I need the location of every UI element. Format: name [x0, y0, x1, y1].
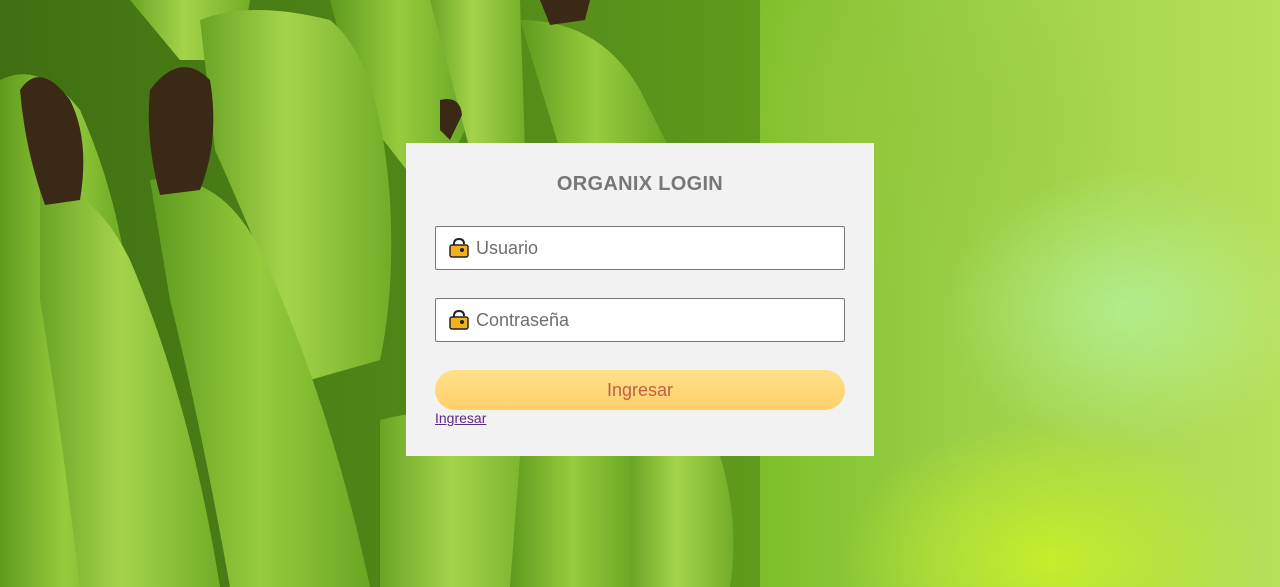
lock-icon	[449, 309, 469, 330]
password-input[interactable]	[476, 299, 836, 341]
username-input[interactable]	[476, 227, 836, 269]
login-card: ORGANIX LOGIN Ingresar Ingresar	[406, 143, 874, 456]
login-link[interactable]: Ingresar	[435, 410, 486, 426]
user-lock-icon	[449, 237, 469, 258]
login-title: ORGANIX LOGIN	[556, 173, 724, 195]
login-submit-button[interactable]: Ingresar	[435, 370, 845, 410]
password-field[interactable]	[435, 298, 845, 342]
username-field[interactable]	[435, 226, 845, 270]
